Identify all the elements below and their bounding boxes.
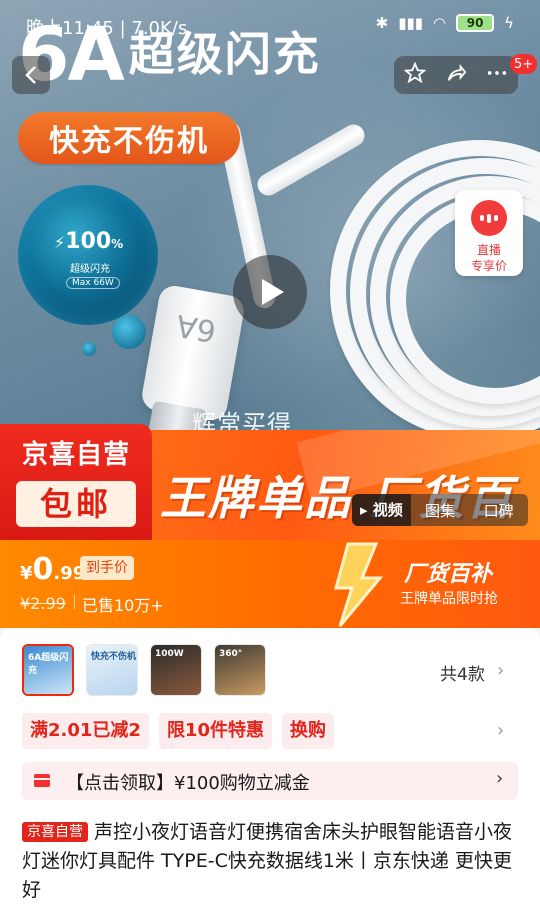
star-icon	[403, 61, 427, 83]
play-icon	[262, 279, 284, 305]
claim-voucher-text: 【点击领取】¥100购物立减金	[66, 773, 310, 794]
more-button[interactable]	[486, 62, 508, 89]
chevron-right-icon[interactable]: ›	[497, 720, 504, 741]
status-bar: 晚上11:45 | 7.0K/s ✱ ▮▮▮ ◠ 90 ϟ	[0, 0, 540, 50]
signal-icon: ▮▮▮	[398, 14, 423, 32]
original-price: ¥2.99	[20, 594, 66, 613]
status-time: 晚上11:45 | 7.0K/s	[26, 18, 188, 39]
water-drop	[82, 342, 96, 356]
coupon-tag[interactable]: 满2.01已减2	[22, 713, 149, 749]
coupon-row: 满2.01已减2 限10件特惠 换购	[22, 713, 334, 749]
hand-price-badge: 到手价	[80, 556, 134, 580]
chevron-right-icon[interactable]: ›	[497, 660, 504, 681]
variant-thumb[interactable]: 100W	[150, 644, 202, 696]
current-price: ¥0.99	[20, 552, 86, 587]
self-operated-tag: 京喜自营	[22, 822, 88, 842]
share-icon	[447, 63, 467, 81]
coupon-tag[interactable]: 限10件特惠	[158, 713, 272, 749]
factory-subsidy-tag: 厂货百补	[404, 562, 493, 587]
self-operated-label: 京喜自营	[21, 440, 130, 470]
claim-voucher-banner[interactable]: 【点击领取】¥100购物立减金 ›	[22, 762, 518, 800]
water-drop	[112, 315, 146, 349]
share-button[interactable]	[445, 62, 467, 89]
live-icon	[471, 200, 507, 236]
variant-thumbnails: 6A超级闪充 快充不伤机 100W 360°	[22, 644, 266, 696]
factory-subsidy-subtitle: 王牌单品限时抢	[400, 591, 498, 607]
play-video-button[interactable]	[233, 255, 307, 329]
bluetooth-icon: ✱	[375, 14, 389, 32]
free-shipping-label: 包邮	[16, 481, 136, 527]
lightning-bolt-icon	[334, 542, 384, 627]
charge-bubble: ⚡100% 超级闪充 Max 66W	[18, 185, 158, 325]
charging-icon: ϟ	[504, 14, 514, 32]
tab-gallery[interactable]: 图集	[411, 500, 470, 521]
tab-video[interactable]: ▸ 视频	[352, 494, 411, 526]
live-exclusive-price-button[interactable]: 直播 专享价	[455, 190, 523, 276]
product-title: 京喜自营 声控小夜灯语音灯便携宿舍床头护眼智能语音小夜灯迷你灯具配件 TYPE-C…	[22, 821, 513, 901]
back-button[interactable]	[12, 56, 50, 94]
battery-icon: 90	[456, 14, 495, 32]
cable-coil-graphic	[330, 140, 540, 460]
status-icons: ✱ ▮▮▮ ◠ 90 ϟ	[376, 14, 514, 32]
chevron-right-icon: ›	[496, 768, 504, 789]
wallet-icon	[34, 774, 50, 787]
wifi-icon: ◠	[433, 14, 447, 32]
coupon-tag[interactable]: 换购	[282, 713, 334, 749]
notification-badge: 5+	[510, 54, 538, 74]
favorite-star-button[interactable]	[403, 61, 427, 89]
hero-promo-pill: 快充不伤机	[18, 112, 240, 164]
variant-count[interactable]: 共4款	[440, 660, 485, 685]
chevron-left-icon	[25, 66, 36, 84]
top-right-actions	[394, 56, 518, 94]
sold-count: 已售10万+	[74, 592, 164, 616]
variant-thumb[interactable]: 360°	[214, 644, 266, 696]
self-operated-free-shipping-box: 京喜自营 包邮	[0, 424, 152, 540]
variant-thumb[interactable]: 快充不伤机	[86, 644, 138, 696]
tab-reviews[interactable]: 口碑	[469, 500, 528, 521]
more-dots-icon	[488, 70, 507, 75]
media-tabs: ▸ 视频 图集 口碑	[352, 494, 528, 526]
variant-thumb[interactable]: 6A超级闪充	[22, 644, 74, 696]
